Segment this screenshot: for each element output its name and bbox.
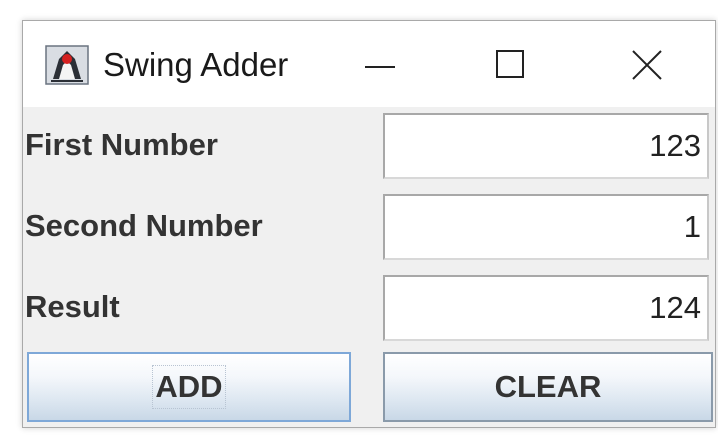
swing-adder-window: Swing Adder First Number Second Number R… bbox=[22, 20, 716, 428]
add-button[interactable]: ADD bbox=[27, 352, 351, 422]
minimize-icon bbox=[365, 66, 395, 68]
first-number-label: First Number bbox=[25, 127, 218, 162]
java-app-icon bbox=[45, 45, 89, 85]
second-number-field[interactable] bbox=[383, 194, 709, 260]
title-bar[interactable]: Swing Adder bbox=[23, 21, 715, 107]
adder-form: First Number Second Number Result ADD CL… bbox=[23, 107, 715, 427]
minimize-button[interactable] bbox=[349, 37, 409, 93]
add-button-label: ADD bbox=[152, 365, 226, 409]
result-label: Result bbox=[25, 289, 120, 324]
clear-button[interactable]: CLEAR bbox=[383, 352, 713, 422]
first-number-field[interactable] bbox=[383, 113, 709, 179]
maximize-icon bbox=[496, 50, 524, 78]
second-number-label: Second Number bbox=[25, 208, 263, 243]
result-field[interactable] bbox=[383, 275, 709, 341]
window-title: Swing Adder bbox=[103, 46, 289, 83]
close-icon bbox=[632, 50, 662, 80]
close-button[interactable] bbox=[617, 37, 677, 93]
maximize-button[interactable] bbox=[481, 37, 541, 93]
